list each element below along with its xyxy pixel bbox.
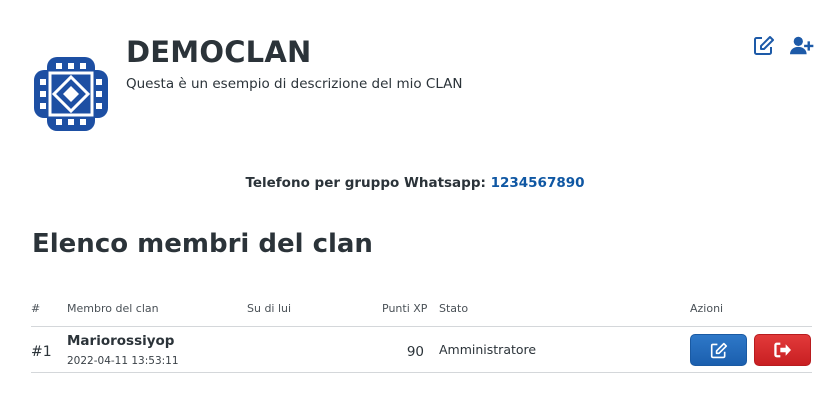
col-member: Membro del clan [67, 302, 159, 315]
edit-square-icon [754, 35, 774, 55]
clan-name: DEMOCLAN [126, 35, 312, 69]
members-table: # Membro del clan Su di lui Punti XP Sta… [31, 295, 812, 373]
sign-out-icon [773, 342, 791, 358]
table-header: # Membro del clan Su di lui Punti XP Sta… [31, 295, 812, 327]
clan-description: Questa è un esempio di descrizione del m… [126, 76, 463, 92]
member-status: Amministratore [439, 342, 537, 357]
user-plus-icon [790, 36, 814, 54]
edit-member-button[interactable] [690, 334, 747, 366]
leave-clan-button[interactable] [754, 334, 811, 366]
clan-logo [34, 57, 108, 131]
member-rank: #1 [31, 344, 52, 360]
whatsapp-label: Telefono per gruppo Whatsapp: [245, 175, 486, 191]
whatsapp-info: Telefono per gruppo Whatsapp: 1234567890 [0, 175, 830, 191]
col-status: Stato [439, 302, 469, 315]
header-actions [752, 34, 814, 56]
whatsapp-number-link[interactable]: 1234567890 [491, 175, 585, 191]
member-points: 90 [406, 344, 424, 360]
member-name: Mariorossiyop [67, 333, 175, 349]
col-about: Su di lui [247, 302, 292, 315]
table-row: #1 Mariorossiyop 2022-04-11 13:53:11 90 … [31, 327, 812, 373]
col-points: Punti XP [382, 302, 428, 315]
edit-clan-button[interactable] [752, 34, 776, 56]
members-section-title: Elenco membri del clan [32, 229, 373, 259]
add-member-button[interactable] [790, 34, 814, 56]
member-joined-date: 2022-04-11 13:53:11 [67, 355, 179, 367]
edit-icon [710, 342, 727, 358]
col-actions: Azioni [690, 302, 724, 315]
col-num: # [31, 302, 41, 315]
